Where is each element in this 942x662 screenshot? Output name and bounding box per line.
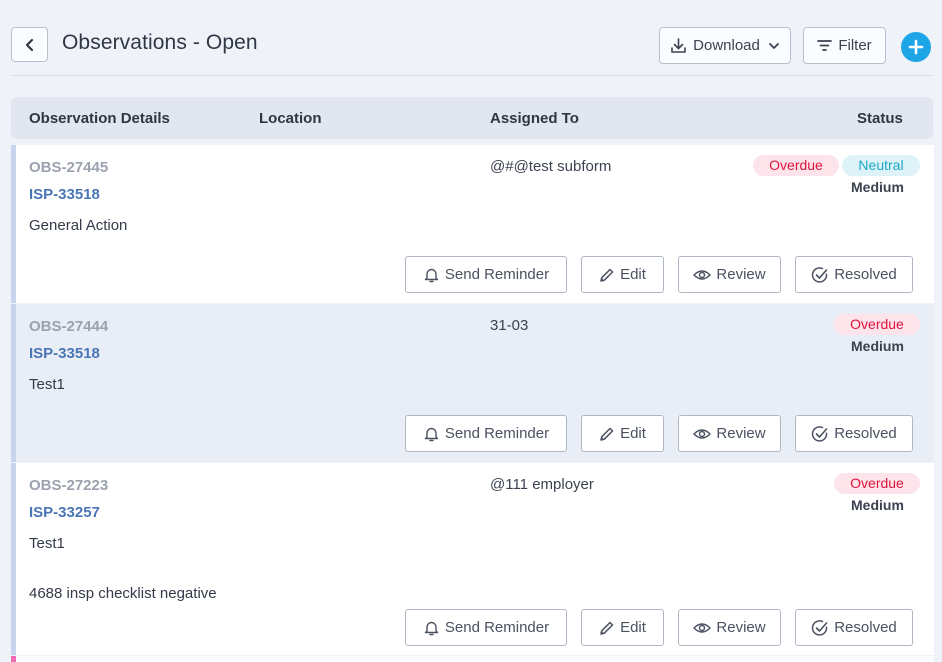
pencil-icon <box>600 621 614 635</box>
review-button[interactable]: Review <box>678 415 781 452</box>
observation-note: 4688 insp checklist negative <box>29 585 217 602</box>
edit-label: Edit <box>620 266 646 283</box>
observation-description: General Action <box>29 217 128 234</box>
column-header-assigned: Assigned To <box>490 110 579 127</box>
plus-icon <box>908 39 924 55</box>
column-header-details: Observation Details <box>29 110 170 127</box>
resolved-label: Resolved <box>834 425 897 442</box>
check-circle-icon <box>812 619 828 636</box>
status-badge-overdue: Overdue <box>834 473 920 494</box>
send-reminder-label: Send Reminder <box>444 619 550 636</box>
column-header-location: Location <box>259 110 322 127</box>
filter-button[interactable]: Filter <box>803 27 886 64</box>
bell-icon <box>424 268 439 283</box>
download-button[interactable]: Download <box>659 27 791 64</box>
bell-icon <box>424 427 439 442</box>
observation-id: OBS-27444 <box>29 318 109 335</box>
send-reminder-button[interactable]: Send Reminder <box>405 415 567 452</box>
send-reminder-label: Send Reminder <box>444 266 550 283</box>
review-label: Review <box>716 619 766 636</box>
inspection-link[interactable]: ISP-33518 <box>29 186 100 203</box>
column-header-status: Status <box>857 110 903 127</box>
chevron-down-icon <box>768 42 779 49</box>
edit-label: Edit <box>620 425 646 442</box>
status-badge-overdue: Overdue <box>753 155 839 176</box>
eye-icon <box>693 269 712 280</box>
check-circle-icon <box>812 425 828 442</box>
inspection-link[interactable]: ISP-33257 <box>29 504 100 521</box>
review-button[interactable]: Review <box>678 609 781 646</box>
assignee: @#@test subform <box>490 158 612 175</box>
table-row: OBS-27445 ISP-33518 General Action @#@te… <box>11 145 934 303</box>
table-row: OBS-27223 ISP-33257 Test1 4688 insp chec… <box>11 463 934 655</box>
resolved-label: Resolved <box>834 619 897 636</box>
page-title: Observations - Open <box>62 31 258 54</box>
edit-button[interactable]: Edit <box>581 415 664 452</box>
send-reminder-label: Send Reminder <box>444 425 550 442</box>
add-observation-button[interactable] <box>901 32 931 62</box>
edit-button[interactable]: Edit <box>581 609 664 646</box>
priority-label: Medium <box>851 179 904 195</box>
eye-icon <box>693 622 712 633</box>
review-label: Review <box>716 425 766 442</box>
pencil-icon <box>600 268 614 282</box>
header-divider <box>11 75 933 76</box>
resolved-button[interactable]: Resolved <box>795 415 913 452</box>
status-badge-neutral: Neutral <box>842 155 920 176</box>
observation-id: OBS-27445 <box>29 159 109 176</box>
download-icon <box>671 38 686 53</box>
review-button[interactable]: Review <box>678 256 781 293</box>
bell-icon <box>424 621 439 636</box>
resolved-label: Resolved <box>834 266 897 283</box>
table-row: OBS-27444 ISP-33518 Test1 31-03 Overdue … <box>11 304 934 462</box>
filter-label: Filter <box>838 37 872 54</box>
edit-button[interactable]: Edit <box>581 256 664 293</box>
send-reminder-button[interactable]: Send Reminder <box>405 609 567 646</box>
pencil-icon <box>600 427 614 441</box>
chevron-left-icon <box>25 38 33 51</box>
observation-description: Test1 <box>29 535 65 552</box>
next-row-edge <box>11 656 934 662</box>
inspection-link[interactable]: ISP-33518 <box>29 345 100 362</box>
priority-label: Medium <box>851 338 904 354</box>
priority-label: Medium <box>851 497 904 513</box>
send-reminder-button[interactable]: Send Reminder <box>405 256 567 293</box>
assignee: 31-03 <box>490 317 529 334</box>
eye-icon <box>693 428 712 439</box>
resolved-button[interactable]: Resolved <box>795 609 913 646</box>
resolved-button[interactable]: Resolved <box>795 256 913 293</box>
observation-id: OBS-27223 <box>29 477 109 494</box>
status-badge-overdue: Overdue <box>834 314 920 335</box>
check-circle-icon <box>812 266 828 283</box>
download-label: Download <box>693 37 760 54</box>
observation-description: Test1 <box>29 376 65 393</box>
assignee: @111 employer <box>490 476 594 493</box>
filter-icon <box>817 40 833 51</box>
edit-label: Edit <box>620 619 646 636</box>
page-header: Observations - Open Download Filter <box>0 0 942 76</box>
review-label: Review <box>716 266 766 283</box>
table-header: Observation Details Location Assigned To… <box>11 97 933 139</box>
back-button[interactable] <box>11 27 48 62</box>
